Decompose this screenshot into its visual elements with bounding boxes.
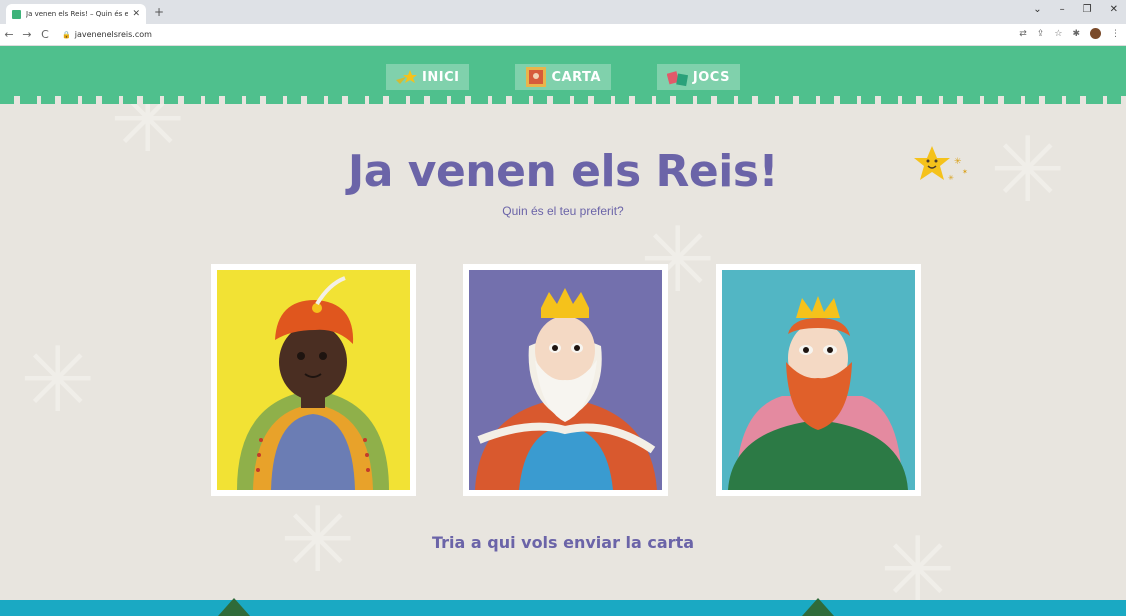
share-icon[interactable]: ⇪ <box>1037 29 1045 39</box>
minimize-icon[interactable]: – <box>1060 4 1065 15</box>
king-portrait <box>217 270 410 490</box>
letter-icon <box>525 67 547 87</box>
main-nav: INICI CARTA JOCS <box>0 64 1126 90</box>
svg-text:✳: ✳ <box>948 174 954 182</box>
svg-text:✳: ✳ <box>954 157 962 167</box>
nav-jocs[interactable]: JOCS <box>656 64 740 90</box>
shooting-star-icon <box>396 67 418 87</box>
choose-king-prompt: Tria a qui vols enviar la carta <box>431 533 695 552</box>
profile-avatar[interactable] <box>1090 28 1101 39</box>
footer-band <box>0 600 1126 616</box>
window-controls: ⌄ – ❐ ✕ <box>1033 4 1118 15</box>
lock-icon[interactable]: 🔒 <box>62 31 71 39</box>
king-portrait <box>469 270 662 490</box>
king-card-baltasar[interactable] <box>211 264 416 496</box>
tree-icon <box>802 598 834 616</box>
nav-carta[interactable]: CARTA <box>515 64 611 90</box>
address-bar: ← → C 🔒 javenenelsreis.com ⇄ ⇪ ☆ ✱ ⋮ <box>0 24 1126 46</box>
tab-search-icon[interactable]: ⌄ <box>1033 4 1041 15</box>
nav-inici[interactable]: INICI <box>386 64 470 90</box>
forward-icon[interactable]: → <box>18 28 36 41</box>
king-portrait <box>722 270 915 490</box>
snowflake-icon: ✳ <box>20 328 96 433</box>
nav-label: INICI <box>422 69 460 85</box>
translate-icon[interactable]: ⇄ <box>1019 29 1027 39</box>
tree-icon <box>218 598 250 616</box>
web-page: ✳ ✳ ✳ ✳ ✳ ✳ INICI CARTA JOCS Ja venen el… <box>0 46 1126 616</box>
svg-text:✶: ✶ <box>962 168 968 176</box>
restore-icon[interactable]: ❐ <box>1083 4 1092 15</box>
site-header: INICI CARTA JOCS <box>0 46 1126 100</box>
close-tab-icon[interactable]: ✕ <box>132 9 140 19</box>
back-icon[interactable]: ← <box>0 28 18 41</box>
url-field[interactable]: javenenelsreis.com <box>75 30 152 39</box>
king-card-melcior[interactable] <box>463 264 668 496</box>
smiling-star-icon: ✳ ✶ ✳ <box>912 144 974 192</box>
extensions-area: ⇄ ⇪ ☆ ✱ ⋮ <box>1019 28 1120 39</box>
favicon-icon <box>12 9 21 19</box>
menu-icon[interactable]: ⋮ <box>1111 29 1120 39</box>
bookmark-star-icon[interactable]: ☆ <box>1054 29 1062 39</box>
new-tab-button[interactable]: + <box>154 5 164 19</box>
extensions-icon[interactable]: ✱ <box>1072 29 1080 39</box>
close-window-icon[interactable]: ✕ <box>1110 4 1118 15</box>
header-brush-edge <box>0 96 1126 104</box>
nav-label: JOCS <box>692 69 730 85</box>
king-card-gaspar[interactable] <box>716 264 921 496</box>
browser-tab-bar: Ja venen els Reis! – Quin és el teu ✕ + … <box>0 0 1126 24</box>
browser-tab[interactable]: Ja venen els Reis! – Quin és el teu ✕ <box>6 4 146 24</box>
gift-icon <box>666 67 689 87</box>
reload-icon[interactable]: C <box>36 28 54 41</box>
page-subtitle: Quin és el teu preferit? <box>502 204 624 218</box>
nav-label: CARTA <box>551 69 601 85</box>
tab-title: Ja venen els Reis! – Quin és el teu <box>26 10 129 18</box>
